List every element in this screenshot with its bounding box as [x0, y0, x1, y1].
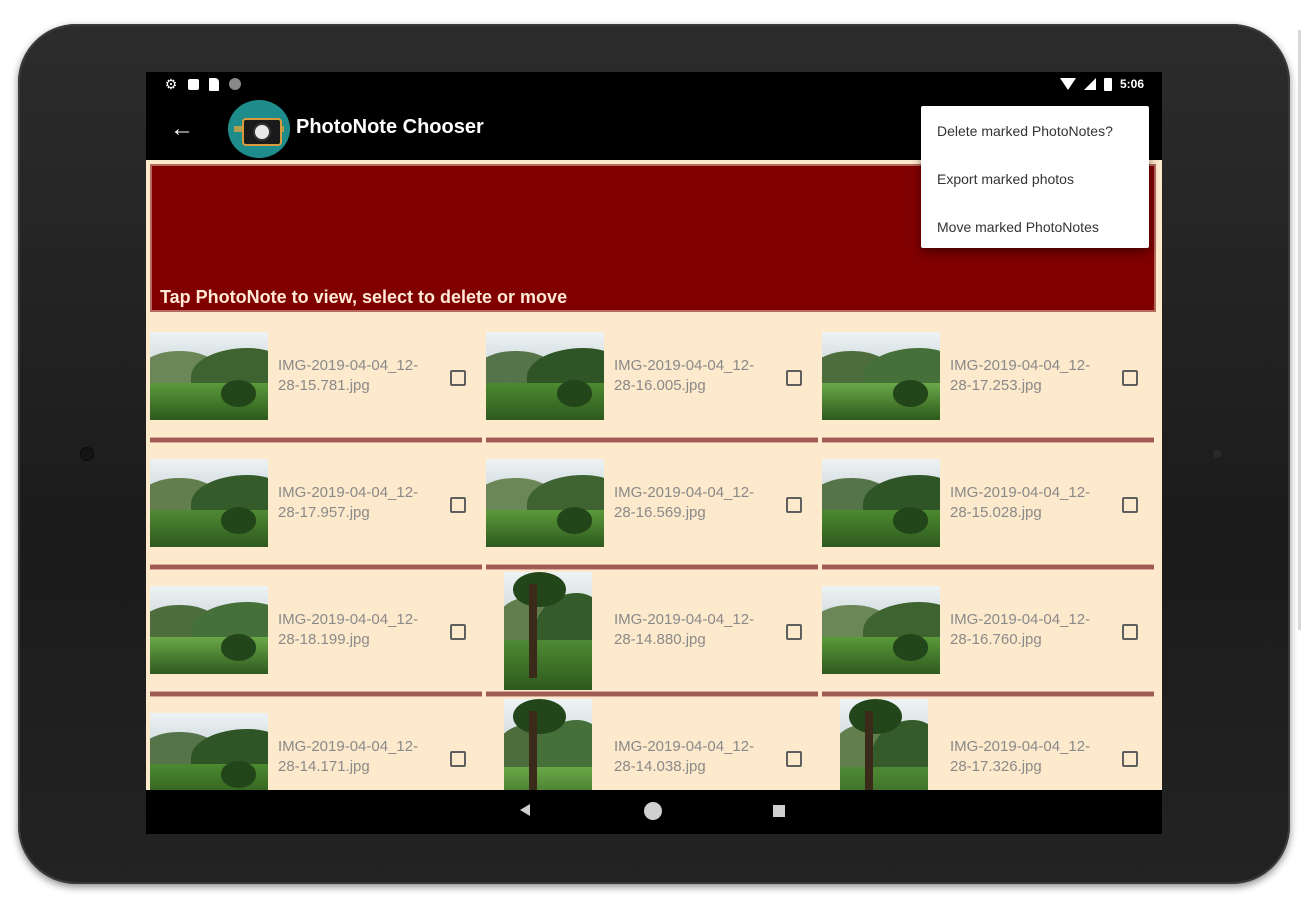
- photo-filename-line1: IMG-2019-04-04_12-: [278, 738, 419, 755]
- sync-icon: [229, 78, 241, 90]
- menu-item-export[interactable]: Export marked photos: [937, 171, 1137, 187]
- photo-filename-line2: 28-17.326.jpg: [950, 758, 1042, 775]
- photo-filename-line1: IMG-2019-04-04_12-: [614, 357, 755, 374]
- menu-item-delete[interactable]: Delete marked PhotoNotes?: [937, 123, 1137, 139]
- nav-back-icon[interactable]: [520, 804, 530, 816]
- photo-filename: IMG-2019-04-04_12- 28-15.781.jpg: [278, 356, 438, 396]
- photo-list-item[interactable]: IMG-2019-04-04_12- 28-16.569.jpg: [486, 441, 818, 568]
- app-title: PhotoNote Chooser: [296, 116, 484, 138]
- photo-thumbnail[interactable]: [504, 699, 592, 790]
- photo-thumbnail[interactable]: [486, 459, 604, 547]
- photo-filename-line2: 28-14.038.jpg: [614, 758, 706, 775]
- nav-home-icon[interactable]: [644, 802, 662, 820]
- photo-filename-line1: IMG-2019-04-04_12-: [614, 484, 755, 501]
- signal-icon: [1083, 78, 1096, 90]
- photo-filename-line1: IMG-2019-04-04_12-: [278, 357, 419, 374]
- photo-filename-line2: 28-16.005.jpg: [614, 377, 706, 394]
- select-checkbox[interactable]: [786, 624, 802, 640]
- select-checkbox[interactable]: [1122, 751, 1138, 767]
- nav-recents-icon[interactable]: [773, 805, 785, 817]
- photo-list-item[interactable]: IMG-2019-04-04_12- 28-14.038.jpg: [486, 695, 818, 790]
- background-edge: [1298, 30, 1301, 630]
- photo-filename-line1: IMG-2019-04-04_12-: [950, 738, 1091, 755]
- photo-filename-line2: 28-15.028.jpg: [950, 504, 1042, 521]
- photo-filename: IMG-2019-04-04_12- 28-18.199.jpg: [278, 610, 438, 650]
- photo-list-item[interactable]: IMG-2019-04-04_12- 28-18.199.jpg: [150, 568, 482, 695]
- overflow-menu: Delete marked PhotoNotes? Export marked …: [921, 106, 1149, 248]
- select-checkbox[interactable]: [450, 497, 466, 513]
- photo-filename-line2: 28-16.569.jpg: [614, 504, 706, 521]
- photo-list-item[interactable]: IMG-2019-04-04_12- 28-15.781.jpg: [150, 314, 482, 441]
- photo-list-item[interactable]: IMG-2019-04-04_12- 28-17.253.jpg: [822, 314, 1154, 441]
- photo-thumbnail[interactable]: [822, 586, 940, 674]
- photo-filename: IMG-2019-04-04_12- 28-17.326.jpg: [950, 737, 1110, 777]
- menu-item-move[interactable]: Move marked PhotoNotes: [937, 219, 1137, 235]
- status-time: 5:06: [1119, 77, 1144, 91]
- screen: ⚙ 5:06 ← PhotoNote Chooser Tap PhotoNote…: [146, 72, 1162, 790]
- photo-thumbnail[interactable]: [150, 332, 268, 420]
- sd-card-icon: [209, 77, 219, 91]
- photo-filename-line1: IMG-2019-04-04_12-: [950, 484, 1091, 501]
- app-notification-icon: [188, 78, 199, 90]
- photo-list-item[interactable]: IMG-2019-04-04_12- 28-16.005.jpg: [486, 314, 818, 441]
- photo-list-item[interactable]: IMG-2019-04-04_12- 28-17.957.jpg: [150, 441, 482, 568]
- photo-thumbnail[interactable]: [150, 713, 268, 790]
- photo-filename-line2: 28-18.199.jpg: [278, 631, 370, 648]
- front-camera: [80, 447, 94, 461]
- photo-list-item[interactable]: IMG-2019-04-04_12- 28-14.171.jpg: [150, 695, 482, 790]
- photo-filename: IMG-2019-04-04_12- 28-17.957.jpg: [278, 483, 438, 523]
- select-checkbox[interactable]: [786, 497, 802, 513]
- instruction-text: Tap PhotoNote to view, select to delete …: [160, 287, 568, 307]
- photo-list-item[interactable]: IMG-2019-04-04_12- 28-17.326.jpg: [822, 695, 1154, 790]
- select-checkbox[interactable]: [786, 751, 802, 767]
- photo-filename: IMG-2019-04-04_12- 28-15.028.jpg: [950, 483, 1110, 523]
- photo-thumbnail[interactable]: [822, 332, 940, 420]
- select-checkbox[interactable]: [786, 370, 802, 386]
- back-arrow-icon[interactable]: ←: [168, 112, 196, 146]
- photo-filename-line1: IMG-2019-04-04_12-: [614, 738, 755, 755]
- photo-filename-line1: IMG-2019-04-04_12-: [950, 611, 1091, 628]
- select-checkbox[interactable]: [1122, 624, 1138, 640]
- photo-thumbnail[interactable]: [822, 459, 940, 547]
- select-checkbox[interactable]: [1122, 497, 1138, 513]
- photo-filename: IMG-2019-04-04_12- 28-14.038.jpg: [614, 737, 774, 777]
- photo-filename-line2: 28-17.957.jpg: [278, 504, 370, 521]
- photo-thumbnail[interactable]: [486, 332, 604, 420]
- settings-notification-icon: ⚙: [164, 76, 178, 92]
- select-checkbox[interactable]: [450, 751, 466, 767]
- select-checkbox[interactable]: [1122, 370, 1138, 386]
- photo-thumbnail[interactable]: [150, 459, 268, 547]
- battery-icon: [1103, 77, 1112, 91]
- photo-list-item[interactable]: IMG-2019-04-04_12- 28-16.760.jpg: [822, 568, 1154, 695]
- photo-filename: IMG-2019-04-04_12- 28-16.005.jpg: [614, 356, 774, 396]
- photo-filename-line1: IMG-2019-04-04_12-: [278, 484, 419, 501]
- photo-filename-line1: IMG-2019-04-04_12-: [278, 611, 419, 628]
- photo-filename-line1: IMG-2019-04-04_12-: [950, 357, 1091, 374]
- wifi-icon: [1059, 78, 1076, 90]
- photo-filename: IMG-2019-04-04_12- 28-16.760.jpg: [950, 610, 1110, 650]
- photo-filename-line2: 28-17.253.jpg: [950, 377, 1042, 394]
- photo-filename: IMG-2019-04-04_12- 28-14.880.jpg: [614, 610, 774, 650]
- photo-filename-line2: 28-14.880.jpg: [614, 631, 706, 648]
- photo-filename: IMG-2019-04-04_12- 28-14.171.jpg: [278, 737, 438, 777]
- photo-filename-line2: 28-16.760.jpg: [950, 631, 1042, 648]
- select-checkbox[interactable]: [450, 624, 466, 640]
- photo-filename: IMG-2019-04-04_12- 28-16.569.jpg: [614, 483, 774, 523]
- sensor: [1213, 450, 1221, 458]
- photo-thumbnail[interactable]: [504, 572, 592, 690]
- photo-filename: IMG-2019-04-04_12- 28-17.253.jpg: [950, 356, 1110, 396]
- select-checkbox[interactable]: [450, 370, 466, 386]
- photo-thumbnail[interactable]: [150, 586, 268, 674]
- photonote-logo: [228, 100, 290, 158]
- status-bar: ⚙ 5:06: [146, 72, 1162, 98]
- content-area: Tap PhotoNote to view, select to delete …: [146, 160, 1162, 790]
- photo-thumbnail[interactable]: [840, 699, 928, 790]
- photo-list-item[interactable]: IMG-2019-04-04_12- 28-15.028.jpg: [822, 441, 1154, 568]
- navigation-bar: [146, 790, 1162, 834]
- photo-filename-line1: IMG-2019-04-04_12-: [614, 611, 755, 628]
- photo-filename-line2: 28-15.781.jpg: [278, 377, 370, 394]
- photo-filename-line2: 28-14.171.jpg: [278, 758, 370, 775]
- photo-list-item[interactable]: IMG-2019-04-04_12- 28-14.880.jpg: [486, 568, 818, 695]
